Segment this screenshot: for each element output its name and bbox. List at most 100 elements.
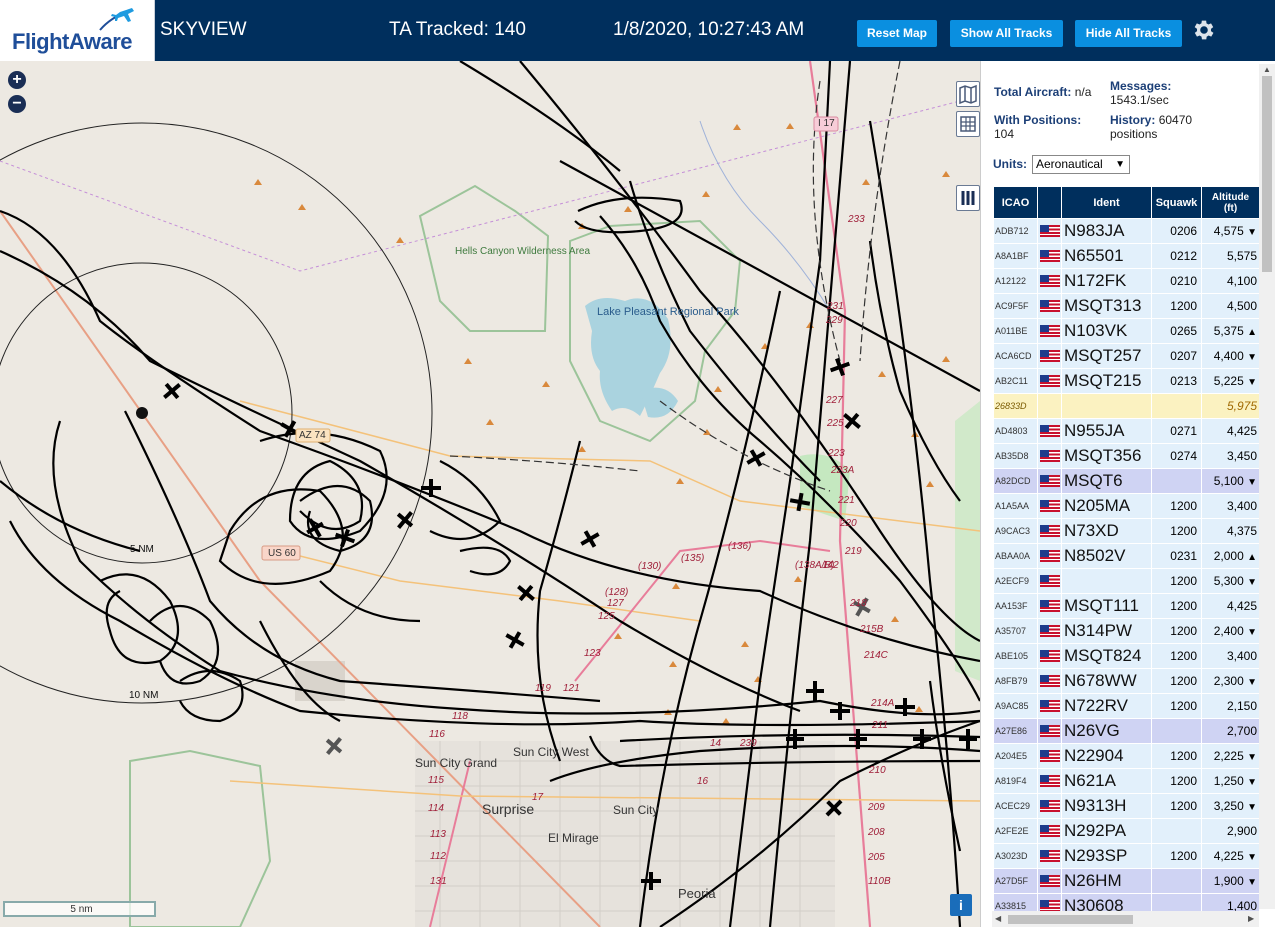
icao-cell: A204E5 [993, 743, 1038, 769]
hide-all-tracks-button[interactable]: Hide All Tracks [1075, 20, 1182, 47]
horizontal-scrollbar[interactable]: ◀ ▶ [992, 911, 1259, 927]
zoom-out-button[interactable]: − [8, 95, 26, 113]
grid-toggle-button[interactable] [956, 111, 980, 137]
ident-cell: N30608 [1061, 893, 1152, 911]
info-button[interactable]: i [950, 894, 972, 916]
col-squawk[interactable]: Squawk [1151, 186, 1202, 219]
us-flag-icon [1039, 799, 1060, 812]
aircraft-row[interactable]: ACEC29 N9313H 1200 3,250 ▼ [993, 793, 1259, 819]
aircraft-row[interactable]: A3023D N293SP 1200 4,225 ▼ [993, 843, 1259, 869]
ident-cell: MSQT6 [1061, 468, 1152, 494]
altitude-trend-icon: ▼ [1247, 627, 1257, 638]
flag-cell [1037, 793, 1062, 819]
altitude-cell: 4,425 [1201, 593, 1259, 619]
units-select[interactable]: Aeronautical ▼ [1032, 155, 1130, 174]
altitude-trend-icon: ▼ [1247, 352, 1257, 363]
route-number-label: 205 [868, 852, 885, 863]
icao-cell: A011BE [993, 318, 1038, 344]
aircraft-row[interactable]: AB35D8 MSQT356 0274 3,450 [993, 443, 1259, 469]
altitude-value: 2,225 [1213, 749, 1244, 763]
aircraft-row[interactable]: A819F4 N621A 1200 1,250 ▼ [993, 768, 1259, 794]
us-flag-icon [1039, 874, 1060, 887]
scroll-up-icon[interactable]: ▲ [1263, 65, 1271, 74]
altitude-cell: 5,225 ▼ [1201, 368, 1259, 394]
route-number-label: 125 [598, 611, 615, 622]
aircraft-row[interactable]: ABAA0A N8502V 0231 2,000 ▲ [993, 543, 1259, 569]
history-unit: positions [1110, 127, 1158, 141]
ident-cell [1061, 393, 1152, 419]
aircraft-row[interactable]: A8A1BF N65501 0212 5,575 [993, 243, 1259, 269]
vertical-scroll-thumb[interactable] [1262, 76, 1272, 272]
route-number-label: 16 [697, 776, 709, 787]
aircraft-row[interactable]: ACA6CD MSQT257 0207 4,400 ▼ [993, 343, 1259, 369]
icao-cell: AB35D8 [993, 443, 1038, 469]
aircraft-row[interactable]: AD4803 N955JA 0271 4,425 [993, 418, 1259, 444]
col-altitude[interactable]: Altitude (ft) [1201, 186, 1259, 219]
icao-cell: A3023D [993, 843, 1038, 869]
aircraft-row[interactable]: A35707 N314PW 1200 2,400 ▼ [993, 618, 1259, 644]
aircraft-row[interactable]: ADB712 N983JA 0206 4,575 ▼ [993, 218, 1259, 244]
aircraft-row[interactable]: A12122 N172FK 0210 4,100 [993, 268, 1259, 294]
aircraft-row[interactable]: A8FB79 N678WW 1200 2,300 ▼ [993, 668, 1259, 694]
flag-cell [1037, 568, 1062, 594]
aircraft-row[interactable]: A9AC85 N722RV 1200 2,150 [993, 693, 1259, 719]
aircraft-row[interactable]: A82DCD MSQT6 5,100 ▼ [993, 468, 1259, 494]
horizontal-scroll-thumb[interactable] [1008, 915, 1133, 924]
altitude-cell: 2,700 [1201, 718, 1259, 744]
us-flag-icon [1039, 824, 1060, 837]
scroll-left-icon[interactable]: ◀ [995, 914, 1001, 923]
aircraft-row[interactable]: AA153F MSQT111 1200 4,425 [993, 593, 1259, 619]
gear-icon[interactable] [1191, 17, 1217, 43]
aircraft-row[interactable]: A2ECF9 1200 5,300 ▼ [993, 568, 1259, 594]
ident-cell: N678WW [1061, 668, 1152, 694]
aircraft-row[interactable]: A011BE N103VK 0265 5,375 ▲ [993, 318, 1259, 344]
aircraft-row[interactable]: A9CAC3 N73XD 1200 4,375 [993, 518, 1259, 544]
flag-cell [1037, 368, 1062, 394]
us-flag-icon [1039, 899, 1060, 911]
map-layers-button[interactable] [956, 81, 980, 107]
squawk-cell [1151, 818, 1202, 844]
flag-cell [1037, 893, 1062, 911]
flightaware-logo[interactable]: FlightAware [0, 0, 155, 61]
us-flag-icon [1039, 549, 1060, 562]
zoom-in-button[interactable]: + [8, 71, 26, 89]
aircraft-row[interactable]: A1A5AA N205MA 1200 3,400 [993, 493, 1259, 519]
altitude-value: 5,375 [1213, 324, 1244, 338]
flag-cell [1037, 218, 1062, 244]
aircraft-row[interactable]: A33815 N30608 1,400 [993, 893, 1259, 911]
aircraft-row[interactable]: A27E86 N26VG 2,700 [993, 718, 1259, 744]
squawk-cell [1151, 718, 1202, 744]
altitude-value: 3,450 [1226, 449, 1257, 463]
route-number-label: 112 [430, 851, 446, 862]
col-ident[interactable]: Ident [1061, 186, 1152, 219]
aircraft-row[interactable]: AC9F5F MSQT313 1200 4,500 [993, 293, 1259, 319]
route-number-label: 116 [429, 729, 445, 740]
aircraft-row[interactable]: A27D5F N26HM 1,900 ▼ [993, 868, 1259, 894]
altitude-cell: 3,400 [1201, 493, 1259, 519]
altitude-value: 5,575 [1226, 249, 1257, 263]
route-number-label: 113 [430, 829, 446, 840]
altitude-cell: 2,900 [1201, 818, 1259, 844]
aircraft-row[interactable]: 26833D 5,975 [993, 393, 1259, 419]
aircraft-row[interactable]: AB2C11 MSQT215 0213 5,225 ▼ [993, 368, 1259, 394]
columns-toggle-button[interactable] [956, 185, 980, 211]
col-flag[interactable] [1037, 186, 1062, 219]
squawk-cell: 0274 [1151, 443, 1202, 469]
vertical-scrollbar[interactable]: ▲ [1259, 64, 1275, 909]
route-number-label: 14 [710, 738, 722, 749]
aircraft-row[interactable]: A2FE2E N292PA 2,900 [993, 818, 1259, 844]
col-icao[interactable]: ICAO [993, 186, 1038, 219]
altitude-cell: 4,100 [1201, 268, 1259, 294]
scroll-right-icon[interactable]: ▶ [1248, 914, 1254, 923]
reset-map-button[interactable]: Reset Map [857, 20, 937, 47]
map-view[interactable]: US 60 AZ 74 I 17 Hells Canyon Wilderness… [0, 61, 980, 927]
aircraft-table-header: ICAO Ident Squawk Altitude (ft) [993, 186, 1259, 219]
aircraft-row[interactable]: ABE105 MSQT824 1200 3,400 [993, 643, 1259, 669]
show-all-tracks-button[interactable]: Show All Tracks [950, 20, 1063, 47]
altitude-cell: 4,575 ▼ [1201, 218, 1259, 244]
altitude-value: 4,425 [1226, 424, 1257, 438]
aircraft-row[interactable]: A204E5 N22904 1200 2,225 ▼ [993, 743, 1259, 769]
aircraft-table-wrap[interactable]: ICAO Ident Squawk Altitude (ft) ADB712 N9… [993, 186, 1259, 911]
us-flag-icon [1039, 349, 1060, 362]
el-mirage-label: El Mirage [548, 831, 599, 845]
